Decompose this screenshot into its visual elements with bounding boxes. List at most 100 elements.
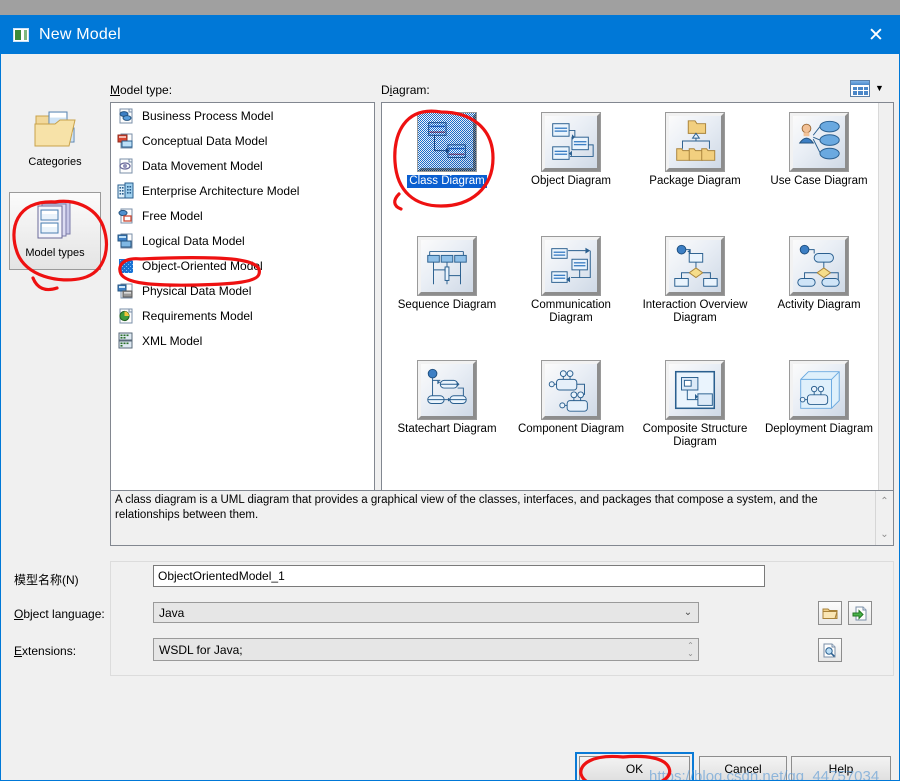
business-process-icon [119, 108, 133, 123]
extensions-browse-button[interactable] [818, 638, 842, 662]
data-movement-icon [119, 158, 133, 173]
object-language-label: Object language: [14, 607, 105, 621]
diagram-item-icon-wrap [417, 236, 477, 296]
model-type-item[interactable]: Business Process Model [111, 103, 374, 128]
rail-item-label: Model types [25, 247, 85, 259]
description-text: A class diagram is a UML diagram that pr… [115, 494, 818, 521]
diagram-item-icon-wrap [417, 112, 477, 172]
interaction-overview-diagram-icon [674, 244, 718, 287]
enterprise-architecture-icon [117, 182, 134, 198]
model-window-icon [13, 28, 29, 42]
diagram-item-label: Use Case Diagram [770, 175, 868, 187]
chevron-down-icon[interactable]: ⌄ [678, 607, 698, 618]
diagram-item-label: Deployment Diagram [764, 423, 873, 435]
diagram-item-icon-wrap [789, 112, 849, 172]
diagram-item-icon-wrap [665, 236, 725, 296]
model-name-label: 模型名称(N) [14, 573, 79, 587]
extensions-input[interactable]: WSDL for Java; ⌃ ⌄ [153, 638, 699, 661]
model-type-item-label: Conceptual Data Model [142, 133, 268, 148]
diagram-item-icon-wrap [665, 360, 725, 420]
diagram-item[interactable]: Interaction Overview Diagram [636, 233, 754, 351]
model-type-item-label: Enterprise Architecture Model [142, 183, 300, 198]
import-language-button[interactable] [848, 601, 872, 625]
folder-open-icon [822, 608, 838, 619]
statechart-diagram-icon [427, 368, 467, 404]
model-type-item-label: Business Process Model [142, 108, 274, 123]
model-name-input[interactable] [153, 565, 765, 587]
description-scrollbar[interactable]: ⌃ ⌄ [875, 491, 893, 545]
model-type-item-label: Requirements Model [142, 308, 253, 323]
model-type-item[interactable]: XML Model [111, 328, 374, 353]
diagram-item[interactable]: Activity Diagram [760, 233, 878, 351]
diagram-item-icon-wrap [541, 360, 601, 420]
package-diagram-icon [676, 120, 716, 161]
composite-structure-diagram-icon [674, 370, 716, 410]
chevron-down-icon[interactable]: ▼ [875, 83, 884, 93]
diagram-item-label: Communication Diagram [531, 299, 611, 324]
diagram-item-icon-wrap [665, 112, 725, 172]
diagram-item-icon-wrap [417, 360, 477, 420]
diagram-item-label: Activity Diagram [777, 299, 861, 311]
view-mode-toggle[interactable]: ▼ [850, 79, 892, 97]
new-model-dialog: New Model ✕ Model type: Diagram: ▼ Categ… [0, 15, 900, 781]
diagram-scrollbar[interactable] [878, 103, 893, 505]
model-type-item-label: Object-Oriented Model [142, 258, 263, 273]
logical-data-icon [117, 233, 133, 248]
diagram-item-label: Interaction Overview Diagram [642, 299, 748, 324]
grid-view-icon [850, 79, 870, 97]
model-type-item-label: Data Movement Model [142, 158, 263, 173]
diagram-item-label: Composite Structure Diagram [642, 423, 748, 448]
diagram-item[interactable]: Class Diagram [388, 109, 506, 227]
diagram-item[interactable]: Sequence Diagram [388, 233, 506, 351]
window-title: New Model [39, 26, 121, 43]
diagram-item[interactable]: Statechart Diagram [388, 357, 506, 475]
scroll-up-icon[interactable]: ⌃ [876, 493, 893, 510]
category-rail: Categories Model types [6, 102, 104, 506]
deployment-diagram-icon [799, 371, 840, 409]
model-type-item[interactable]: Object-Oriented Model [111, 253, 374, 278]
model-type-item[interactable]: Logical Data Model [111, 228, 374, 253]
diagram-item[interactable]: Use Case Diagram [760, 109, 878, 227]
stepper-down-icon[interactable]: ⌄ [687, 649, 694, 658]
diagram-item[interactable]: Deployment Diagram [760, 357, 878, 475]
diagram-item-icon-wrap [541, 236, 601, 296]
browse-language-button[interactable] [818, 601, 842, 625]
rail-item-categories[interactable]: Categories [9, 102, 101, 180]
diagram-item[interactable]: Package Diagram [636, 109, 754, 227]
diagram-item[interactable]: Composite Structure Diagram [636, 357, 754, 475]
model-type-listbox[interactable]: Business Process Model Conceptual Data Mo… [110, 102, 375, 506]
sequence-diagram-icon [427, 251, 467, 285]
model-type-item[interactable]: Free Model [111, 203, 374, 228]
scroll-down-icon[interactable]: ⌄ [876, 526, 893, 543]
diagram-item[interactable]: Component Diagram [512, 357, 630, 475]
folder-models-icon [34, 111, 76, 147]
rail-item-label: Categories [28, 156, 82, 168]
model-type-item[interactable]: Physical Data Model [111, 278, 374, 303]
diagram-grid: Class Diagram Object Diagram Package Diagr… [382, 103, 879, 505]
import-file-icon [852, 606, 867, 620]
model-type-label: Model type: [110, 83, 173, 97]
title-bar: New Model ✕ [1, 16, 899, 54]
physical-data-icon [117, 283, 133, 298]
component-diagram-icon [548, 370, 588, 412]
model-type-item[interactable]: Conceptual Data Model [111, 128, 374, 153]
diagram-item[interactable]: Object Diagram [512, 109, 630, 227]
extensions-value: WSDL for Java; [159, 642, 243, 657]
extensions-label: Extensions: [14, 644, 77, 658]
use-case-diagram-icon [798, 120, 840, 160]
model-type-item[interactable]: Requirements Model [111, 303, 374, 328]
diagram-item-icon-wrap [789, 360, 849, 420]
close-icon[interactable]: ✕ [853, 16, 899, 54]
rail-item-model-types[interactable]: Model types [9, 192, 101, 270]
diagram-listbox[interactable]: Class Diagram Object Diagram Package Diagr… [381, 102, 894, 506]
diagram-item[interactable]: Communication Diagram [512, 233, 630, 351]
model-type-item[interactable]: Enterprise Architecture Model [111, 178, 374, 203]
extensions-stepper[interactable]: ⌃ ⌄ [683, 639, 698, 660]
description-box: A class diagram is a UML diagram that pr… [110, 490, 894, 546]
object-language-select[interactable]: Java ⌄ [153, 602, 699, 623]
diagram-label: Diagram: [381, 83, 430, 97]
model-type-item[interactable]: Data Movement Model [111, 153, 374, 178]
diagram-item-selection-overlay [418, 113, 476, 171]
communication-diagram-icon [551, 247, 591, 283]
free-model-icon [118, 208, 133, 223]
